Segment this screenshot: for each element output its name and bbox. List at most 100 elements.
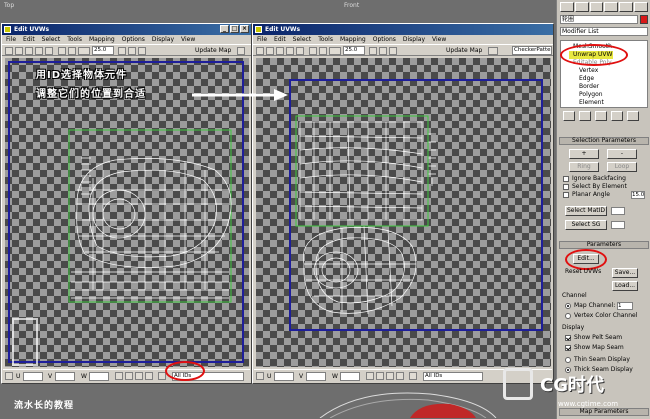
menu-select[interactable]: Select [293, 35, 312, 44]
menu-file[interactable]: File [257, 35, 267, 44]
u-field[interactable] [23, 372, 43, 381]
hand-icon[interactable] [115, 372, 123, 380]
window-titlebar[interactable]: Edit UVWs _ □ × [2, 24, 251, 35]
xy-icon[interactable] [329, 47, 341, 55]
update-map-button[interactable]: Update Map [195, 46, 231, 55]
uv-icon[interactable] [309, 47, 317, 55]
update-map-button[interactable]: Update Map [446, 46, 482, 55]
zoom-extents-icon[interactable] [145, 372, 153, 380]
menu-display[interactable]: Display [403, 35, 425, 44]
map-parameters-header[interactable]: Map Parameters [559, 408, 649, 416]
object-name-field[interactable]: 轮圈 [560, 15, 638, 24]
ids-dropdown[interactable]: All IDs [423, 372, 483, 381]
pin-icon[interactable] [409, 372, 417, 380]
parameters-header[interactable]: Parameters [559, 241, 649, 249]
remove-modifier-button[interactable] [611, 111, 623, 121]
select-by-element-checkbox[interactable] [563, 184, 569, 190]
menu-display[interactable]: Display [152, 35, 174, 44]
snap-icon[interactable] [138, 47, 146, 55]
uv-icon[interactable] [58, 47, 66, 55]
menu-tools[interactable]: Tools [318, 35, 333, 44]
make-unique-button[interactable] [595, 111, 607, 121]
freeform-icon[interactable] [286, 47, 294, 55]
object-color-swatch[interactable] [640, 15, 648, 24]
motion-tab[interactable] [604, 2, 619, 12]
menu-tools[interactable]: Tools [67, 35, 82, 44]
minus-button[interactable]: - [607, 149, 637, 159]
menu-edit[interactable]: Edit [23, 35, 35, 44]
snap-icon[interactable] [389, 47, 397, 55]
uv-viewport-right[interactable] [256, 58, 551, 367]
freeform-icon[interactable] [35, 47, 43, 55]
ring-button[interactable]: Ring [569, 162, 599, 172]
matid-spinner[interactable] [611, 207, 625, 215]
stack-item-polygon[interactable]: Polygon [579, 91, 603, 99]
lock-icon[interactable] [118, 47, 126, 55]
options-icon[interactable] [237, 47, 245, 55]
stack-item-element[interactable]: Element [579, 99, 604, 107]
map-channel-spinner[interactable]: 1 [617, 302, 633, 310]
stack-item-border[interactable]: Border [579, 83, 599, 91]
texture-dropdown[interactable]: CheckerPattern [512, 46, 552, 55]
plus-button[interactable]: + [569, 149, 599, 159]
show-pelt-seam-checkbox[interactable] [565, 335, 571, 341]
uv-viewport-left[interactable] [5, 58, 249, 367]
lock-icon[interactable] [369, 47, 377, 55]
sg-spinner[interactable] [611, 221, 625, 229]
menu-options[interactable]: Options [373, 35, 396, 44]
vertex-color-channel-radio[interactable] [565, 313, 571, 319]
w-field[interactable] [89, 372, 109, 381]
lock-selection-icon[interactable] [256, 372, 264, 380]
rotate-icon[interactable] [266, 47, 274, 55]
zoom-extents-icon[interactable] [396, 372, 404, 380]
reset-uvws-button[interactable]: Reset UVWs [565, 268, 601, 276]
pen-icon[interactable] [68, 47, 76, 55]
load-button[interactable]: Load... [612, 281, 638, 291]
options-icon[interactable] [488, 47, 498, 55]
planar-angle-checkbox[interactable] [563, 192, 569, 198]
zoom-combo[interactable]: 25.0 [343, 46, 365, 55]
menu-mapping[interactable]: Mapping [89, 35, 115, 44]
rotate-icon[interactable] [15, 47, 23, 55]
minimize-button[interactable]: _ [220, 25, 229, 33]
u-field[interactable] [274, 372, 294, 381]
display-tab[interactable] [619, 2, 634, 12]
pin-stack-button[interactable] [563, 111, 575, 121]
configure-sets-button[interactable] [627, 111, 639, 121]
select-sg-button[interactable]: Select SG [565, 220, 607, 230]
lock-selection-icon[interactable] [5, 372, 13, 380]
menu-mapping[interactable]: Mapping [340, 35, 366, 44]
move-icon[interactable] [256, 47, 264, 55]
stack-item-edge[interactable]: Edge [579, 75, 594, 83]
hierarchy-tab[interactable] [589, 2, 604, 12]
stack-item-vertex[interactable]: Vertex [579, 67, 598, 75]
ignore-backfacing-checkbox[interactable] [563, 176, 569, 182]
show-end-result-button[interactable] [579, 111, 591, 121]
zoom-icon[interactable] [376, 372, 384, 380]
filter-icon[interactable] [128, 47, 136, 55]
menu-file[interactable]: File [6, 35, 16, 44]
scale-icon[interactable] [25, 47, 33, 55]
maximize-button[interactable]: □ [230, 25, 239, 33]
show-map-seam-checkbox[interactable] [565, 345, 571, 351]
menu-options[interactable]: Options [122, 35, 145, 44]
close-button[interactable]: × [240, 25, 249, 33]
v-field[interactable] [55, 372, 75, 381]
planar-angle-spinner[interactable]: 15.0 [631, 191, 645, 199]
save-button[interactable]: Save... [612, 268, 638, 278]
modify-tab[interactable] [574, 2, 589, 12]
window-titlebar[interactable]: Edit UVWs [253, 24, 553, 35]
mirror-icon[interactable] [296, 47, 304, 55]
loop-button[interactable]: Loop [607, 162, 637, 172]
xy-icon[interactable] [78, 47, 90, 55]
mirror-icon[interactable] [45, 47, 53, 55]
hand-icon[interactable] [366, 372, 374, 380]
create-tab[interactable] [560, 2, 574, 12]
menu-view[interactable]: View [432, 35, 446, 44]
zoom-icon[interactable] [125, 372, 133, 380]
zoom-region-icon[interactable] [386, 372, 394, 380]
v-field[interactable] [306, 372, 326, 381]
selection-parameters-header[interactable]: Selection Parameters [559, 137, 649, 145]
filter-icon[interactable] [379, 47, 387, 55]
scale-icon[interactable] [276, 47, 284, 55]
